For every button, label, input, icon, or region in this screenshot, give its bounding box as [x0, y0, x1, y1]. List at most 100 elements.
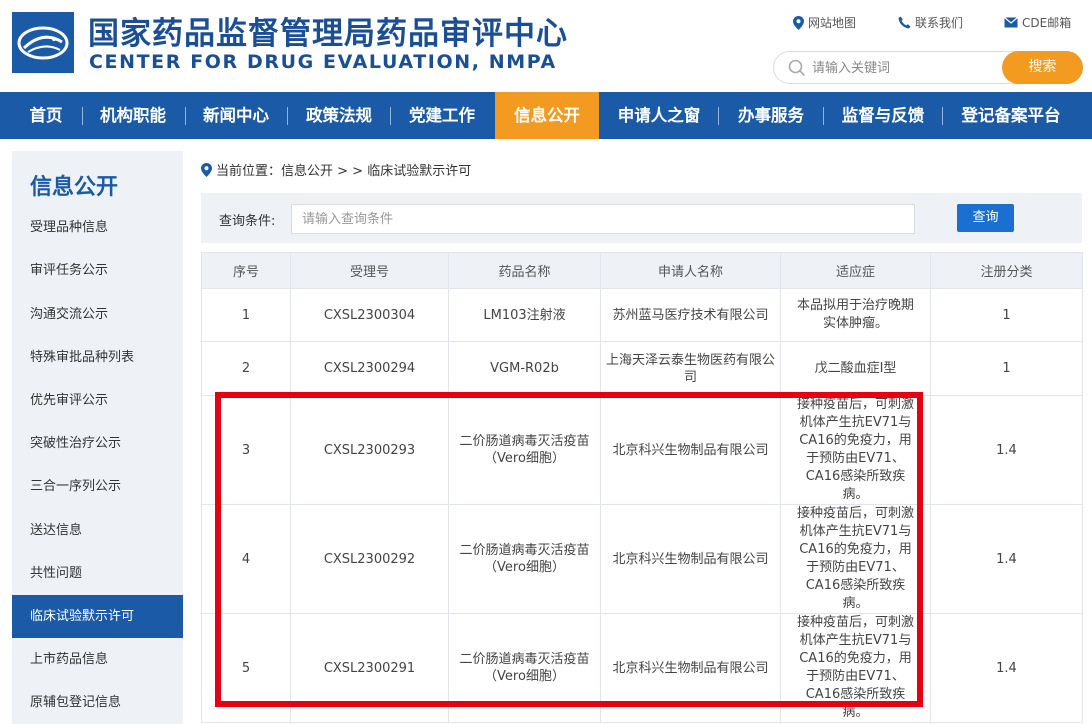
sidebar-item-accepted[interactable]: 受理品种信息 [12, 206, 183, 249]
query-input[interactable] [291, 204, 915, 234]
breadcrumb-path[interactable]: 信息公开 > > 临床试验默示许可 [281, 160, 471, 179]
table-row[interactable]: 2 CXSL2300294 VGM-R02b 上海天泽云泰生物医药有限公司 戊二… [201, 341, 1083, 396]
site-search-button[interactable]: 搜索 [1002, 51, 1083, 84]
col-header-applicant: 申请人名称 [600, 252, 781, 289]
cell-accept-no: CXSL2300292 [290, 504, 449, 614]
table-row[interactable]: 1 CXSL2300304 LM103注射液 苏州蓝马医疗技术有限公司 本品拟用… [201, 288, 1083, 342]
site-search-input[interactable] [812, 58, 992, 78]
sidebar-item-special-approval[interactable]: 特殊审批品种列表 [12, 336, 183, 379]
main-nav: 首页 机构职能 新闻中心 政策法规 党建工作 信息公开 申请人之窗 办事服务 监… [0, 92, 1092, 139]
cell-reg-class: 1.4 [930, 613, 1083, 723]
cell-applicant: 苏州蓝马医疗技术有限公司 [600, 288, 781, 342]
sidebar-item-common-issues[interactable]: 共性问题 [12, 552, 183, 595]
nav-divider [823, 107, 824, 125]
nav-item-policy[interactable]: 政策法规 [292, 92, 386, 139]
nav-item-functions[interactable]: 机构职能 [86, 92, 180, 139]
cde-mail-link[interactable]: CDE邮箱 [1004, 14, 1071, 31]
query-bar: 查询条件: 查询 [201, 193, 1082, 243]
logo-emblem-icon [17, 26, 69, 60]
sidebar-item-priority-review[interactable]: 优先审评公示 [12, 379, 183, 422]
col-header-reg-class: 注册分类 [930, 252, 1083, 289]
cell-indication: 接种疫苗后，可刺激机体产生抗EV71与CA16的免疫力，用于预防由EV71、CA… [780, 395, 931, 505]
search-icon [788, 59, 806, 77]
contact-link[interactable]: 联系我们 [898, 14, 963, 31]
cell-drug-name: VGM-R02b [448, 341, 601, 396]
nav-item-services[interactable]: 办事服务 [723, 92, 819, 139]
site-title-en: CENTER FOR DRUG EVALUATION, NMPA [89, 51, 557, 73]
breadcrumb-prefix: 当前位置： [216, 164, 282, 179]
cell-accept-no: CXSL2300293 [290, 395, 449, 505]
breadcrumb: 当前位置： 信息公开 > > 临床试验默示许可 [201, 160, 471, 179]
table-header-row: 序号 受理号 药品名称 申请人名称 适应症 注册分类 [201, 252, 1083, 289]
sidebar-title: 信息公开 [30, 175, 119, 200]
table-row[interactable]: 4 CXSL2300292 二价肠道病毒灭活疫苗（Vero细胞） 北京科兴生物制… [201, 504, 1083, 614]
cell-reg-class: 1 [930, 288, 1083, 342]
nav-item-registration[interactable]: 登记备案平台 [946, 92, 1076, 139]
nav-divider [718, 107, 719, 125]
sidebar-item-delivery[interactable]: 送达信息 [12, 509, 183, 552]
cde-mail-label: CDE邮箱 [1022, 16, 1072, 30]
cell-accept-no: CXSL2300304 [290, 288, 449, 342]
nav-item-news[interactable]: 新闻中心 [189, 92, 283, 139]
col-header-accept-no: 受理号 [290, 252, 449, 289]
nav-divider [942, 107, 943, 125]
cell-index: 4 [201, 504, 291, 614]
nav-item-applicant[interactable]: 申请人之窗 [604, 92, 714, 139]
results-table: 序号 受理号 药品名称 申请人名称 适应症 注册分类 1 CXSL2300304… [201, 252, 1083, 723]
sitemap-link[interactable]: 网站地图 [793, 14, 856, 31]
cell-drug-name: 二价肠道病毒灭活疫苗（Vero细胞） [448, 504, 601, 614]
nav-divider [390, 107, 391, 125]
sidebar-item-communication[interactable]: 沟通交流公示 [12, 293, 183, 336]
sidebar-item-three-in-one[interactable]: 三合一序列公示 [12, 465, 183, 508]
cell-indication: 本品拟用于治疗晚期实体肿瘤。 [780, 288, 931, 342]
nav-item-info-disclosure[interactable]: 信息公开 [495, 92, 599, 139]
nav-divider [82, 107, 83, 125]
cell-index: 5 [201, 613, 291, 723]
cell-drug-name: 二价肠道病毒灭活疫苗（Vero细胞） [448, 395, 601, 505]
site-header: 国家药品监督管理局药品审评中心 CENTER FOR DRUG EVALUATI… [0, 0, 1092, 92]
cell-applicant: 上海天泽云泰生物医药有限公司 [600, 341, 781, 396]
cde-logo[interactable] [12, 12, 74, 73]
mail-icon [1004, 17, 1018, 28]
sidebar-item-clinical-trial[interactable]: 临床试验默示许可 [12, 595, 183, 638]
sidebar: 信息公开 受理品种信息 审评任务公示 沟通交流公示 特殊审批品种列表 优先审评公… [12, 151, 183, 724]
cell-index: 1 [201, 288, 291, 342]
contact-label: 联系我们 [915, 16, 964, 30]
col-header-index: 序号 [201, 252, 291, 289]
sidebar-item-breakthrough[interactable]: 突破性治疗公示 [12, 422, 183, 465]
col-header-drug-name: 药品名称 [448, 252, 601, 289]
nav-item-feedback[interactable]: 监督与反馈 [828, 92, 938, 139]
cell-accept-no: CXSL2300294 [290, 341, 449, 396]
phone-icon [898, 16, 911, 29]
sidebar-item-excipients[interactable]: 原辅包登记信息 [12, 681, 183, 724]
cell-applicant: 北京科兴生物制品有限公司 [600, 613, 781, 723]
nav-divider [185, 107, 186, 125]
sidebar-item-marketed-drugs[interactable]: 上市药品信息 [12, 638, 183, 681]
sitemap-label: 网站地图 [808, 16, 857, 30]
cell-indication: 戊二酸血症I型 [780, 341, 931, 396]
cell-drug-name: 二价肠道病毒灭活疫苗（Vero细胞） [448, 613, 601, 723]
cell-accept-no: CXSL2300291 [290, 613, 449, 723]
cell-applicant: 北京科兴生物制品有限公司 [600, 395, 781, 505]
query-button[interactable]: 查询 [957, 204, 1014, 232]
col-header-indication: 适应症 [780, 252, 931, 289]
cell-reg-class: 1.4 [930, 395, 1083, 505]
query-label: 查询条件: [219, 214, 276, 229]
location-pin-icon [201, 162, 212, 177]
cell-reg-class: 1 [930, 341, 1083, 396]
site-title-cn: 国家药品监督管理局药品审评中心 [88, 16, 568, 52]
cell-applicant: 北京科兴生物制品有限公司 [600, 504, 781, 614]
nav-item-home[interactable]: 首页 [12, 92, 80, 139]
cell-indication: 接种疫苗后，可刺激机体产生抗EV71与CA16的免疫力，用于预防由EV71、CA… [780, 613, 931, 723]
location-pin-icon [793, 15, 804, 30]
table-row[interactable]: 3 CXSL2300293 二价肠道病毒灭活疫苗（Vero细胞） 北京科兴生物制… [201, 395, 1083, 505]
cell-indication: 接种疫苗后，可刺激机体产生抗EV71与CA16的免疫力，用于预防由EV71、CA… [780, 504, 931, 614]
nav-item-party[interactable]: 党建工作 [395, 92, 489, 139]
cell-reg-class: 1.4 [930, 504, 1083, 614]
cell-index: 2 [201, 341, 291, 396]
cell-index: 3 [201, 395, 291, 505]
table-row[interactable]: 5 CXSL2300291 二价肠道病毒灭活疫苗（Vero细胞） 北京科兴生物制… [201, 613, 1083, 723]
nav-divider [287, 107, 288, 125]
cell-drug-name: LM103注射液 [448, 288, 601, 342]
sidebar-item-review-tasks[interactable]: 审评任务公示 [12, 249, 183, 292]
